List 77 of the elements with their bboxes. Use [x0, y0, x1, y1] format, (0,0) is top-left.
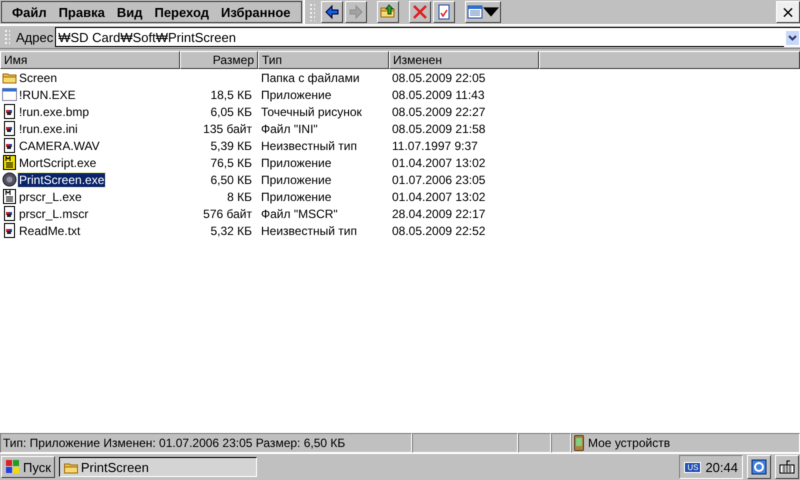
file-type: Приложение — [261, 88, 332, 102]
menu-item[interactable]: Избранное — [214, 2, 297, 22]
column-header[interactable]: Размер — [180, 51, 258, 69]
column-header[interactable] — [539, 51, 800, 69]
file-date: 08.05.2009 22:05 — [392, 70, 486, 84]
file-date: 08.05.2009 21:58 — [392, 122, 486, 136]
file-date: 28.04.2009 22:17 — [392, 206, 486, 220]
file-date: 01.04.2007 13:02 — [392, 156, 486, 170]
file-size: 135 байт — [203, 122, 252, 136]
column-header[interactable]: Изменен — [389, 51, 539, 69]
file-date: 08.05.2009 22:52 — [392, 224, 486, 238]
keyboard-language[interactable]: US — [684, 462, 702, 472]
menu-item[interactable]: Переход — [148, 2, 215, 22]
file-date: 01.07.2006 23:05 — [392, 172, 486, 186]
device-icon — [574, 435, 584, 451]
document-check-icon — [436, 4, 452, 20]
taskbar-button[interactable]: PrintScreen — [58, 457, 257, 477]
toolbar-button[interactable] — [376, 1, 399, 23]
file-name[interactable]: ReadMe.txt — [18, 224, 82, 238]
file-name[interactable]: prscr_L.exe — [18, 190, 83, 204]
file-date: 08.05.2009 11:43 — [392, 88, 485, 102]
flag-icon — [5, 459, 21, 475]
status-text: Тип: Приложение Изменен: 01.07.2006 23:05 Размер: 6,50 КБ — [3, 436, 346, 450]
file-type: Файл "MSCR" — [261, 206, 338, 220]
tray-button[interactable] — [747, 455, 771, 479]
file-type: Неизвестный тип — [261, 138, 357, 152]
keyboard-icon — [779, 459, 795, 475]
toolbar-button[interactable] — [432, 1, 455, 23]
file-size: 576 байт — [203, 206, 252, 220]
file-date: 11.07.1997 9:37 — [392, 138, 478, 152]
file-size: 76,5 КБ — [210, 156, 252, 170]
view-menu-button[interactable] — [464, 1, 501, 23]
dropdown-button[interactable] — [784, 27, 800, 47]
program-icon — [2, 172, 17, 187]
file-date: 08.05.2009 22:27 — [392, 104, 486, 118]
forward-arrow-icon — [348, 4, 364, 20]
file-size: 8 КБ — [227, 190, 252, 204]
file-name[interactable]: !run.exe.bmp — [18, 104, 90, 118]
file-size: 6,50 КБ — [210, 172, 252, 186]
file-size: 18,5 КБ — [210, 88, 252, 102]
file-type: Приложение — [261, 156, 332, 170]
script-icon — [2, 155, 17, 170]
file-size: 5,32 КБ — [210, 224, 252, 238]
file-type: Папка с файлами — [261, 70, 360, 84]
file-size: 6,05 КБ — [210, 104, 252, 118]
start-button[interactable]: Пуск — [1, 456, 55, 478]
column-header[interactable]: Тип — [258, 51, 389, 69]
file-type: Неизвестный тип — [261, 224, 357, 238]
column-header[interactable]: Имя — [0, 51, 180, 69]
file-type: Приложение — [261, 172, 332, 186]
close-button[interactable] — [776, 1, 800, 23]
keyboard-button[interactable] — [775, 455, 799, 479]
file-name[interactable]: Screen — [18, 70, 58, 84]
menu-item[interactable]: Файл — [6, 2, 53, 22]
file-type: Приложение — [261, 190, 332, 204]
menu-item[interactable]: Вид — [110, 2, 148, 22]
menu-item[interactable]: Правка — [52, 2, 111, 22]
file-type: Точечный рисунок — [261, 104, 362, 118]
file-name[interactable]: !RUN.EXE — [18, 88, 77, 102]
device-label: Мое устройств — [588, 436, 670, 450]
delete-icon — [412, 4, 428, 20]
clock: 20:44 — [705, 460, 738, 474]
toolbar-button[interactable] — [320, 1, 343, 23]
file-name[interactable]: MortScript.exe — [18, 156, 98, 170]
view-list-icon — [466, 4, 483, 20]
file-date: 01.04.2007 13:02 — [392, 190, 486, 204]
file-name[interactable]: !run.exe.ini — [18, 122, 79, 136]
file-name[interactable]: CAMERA.WAV — [18, 138, 101, 152]
close-icon — [783, 6, 793, 18]
address-label: Адрес — [16, 30, 54, 44]
file-name[interactable]: PrintScreen.exe — [18, 172, 106, 186]
address-field[interactable]: ₩SD Card₩Soft₩PrintScreen — [55, 27, 784, 47]
file-type: Файл "INI" — [261, 122, 318, 136]
back-arrow-icon — [324, 4, 340, 20]
file-size: 5,39 КБ — [210, 138, 252, 152]
file-name[interactable]: prscr_L.mscr — [18, 206, 90, 220]
toolbar-button[interactable] — [408, 1, 431, 23]
